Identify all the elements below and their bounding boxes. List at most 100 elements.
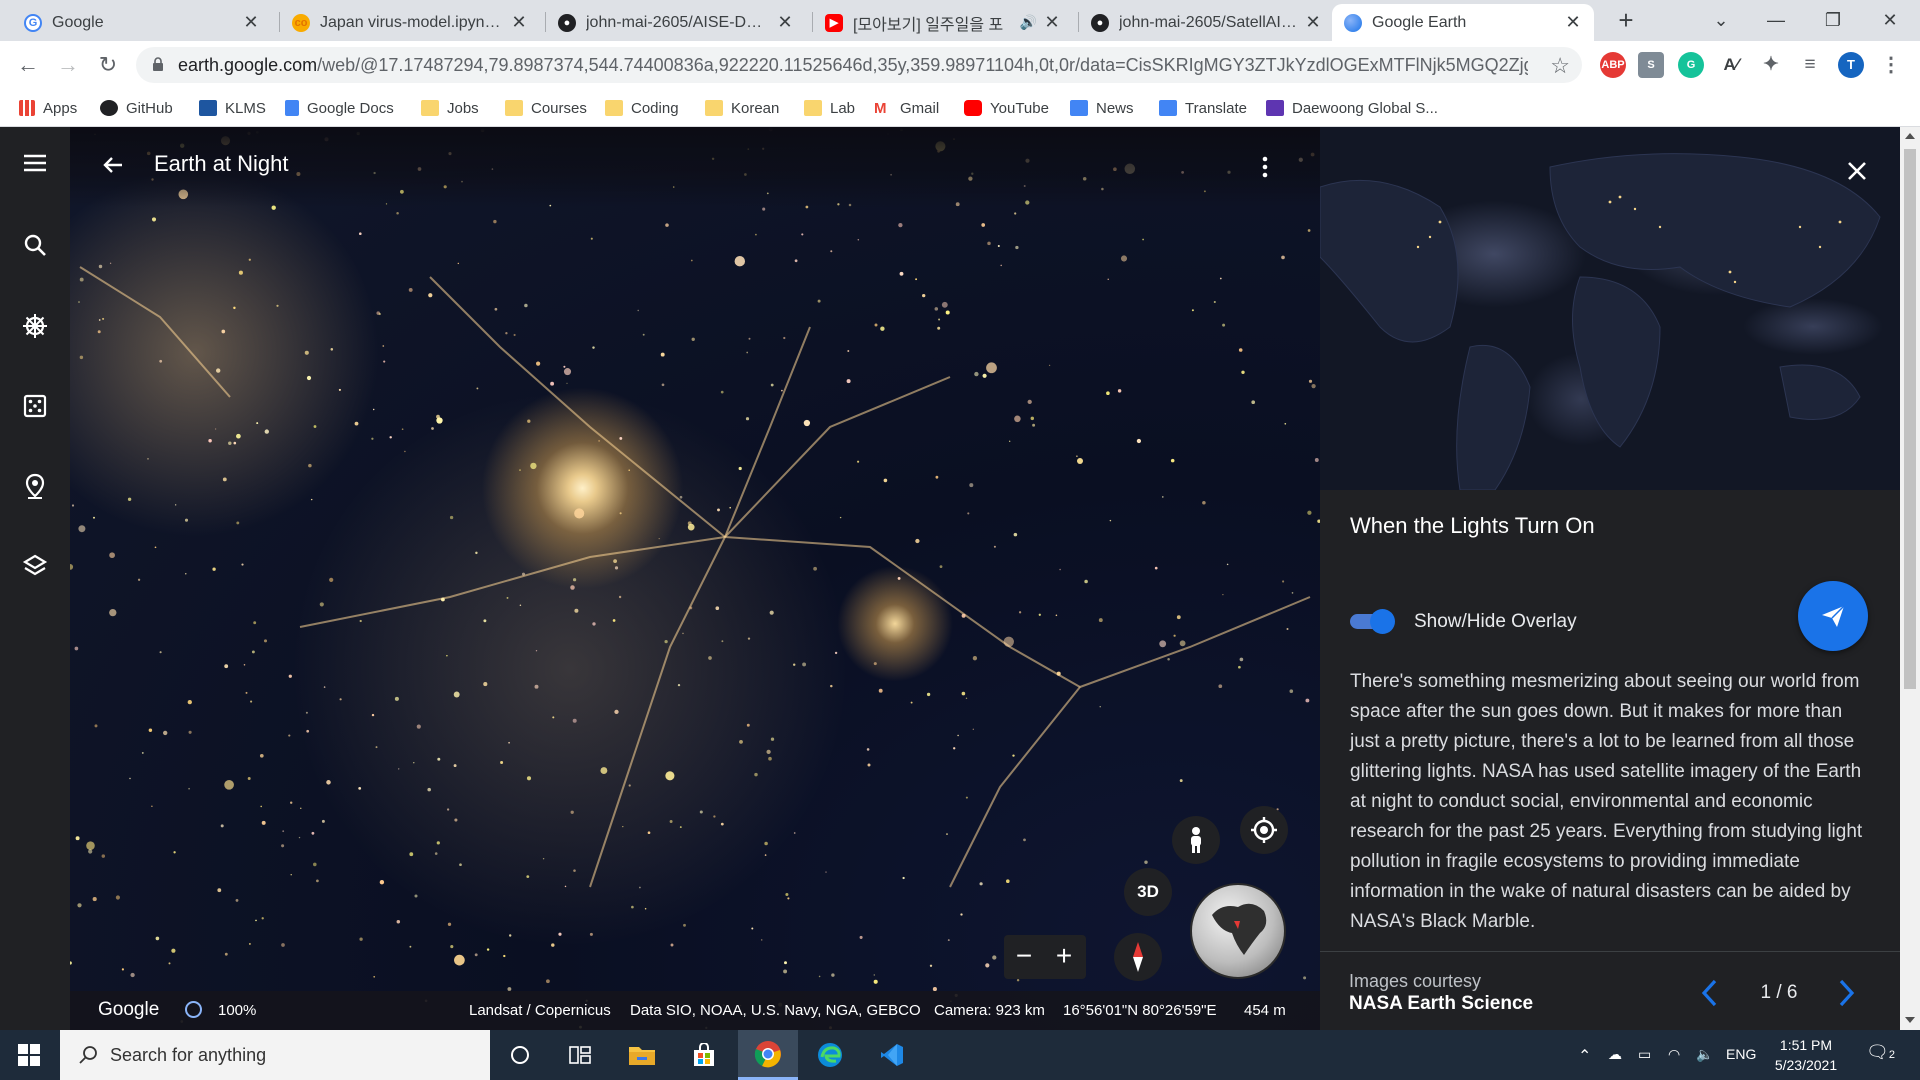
share-send-button[interactable] (1798, 581, 1868, 651)
feeling-lucky-dice-icon[interactable] (19, 390, 51, 422)
bookmark-gmail[interactable]: M Gmail (874, 97, 939, 119)
input-language[interactable]: ENG (1726, 1046, 1756, 1062)
bookmark-google-docs[interactable]: Google Docs (285, 97, 394, 119)
new-tab-button[interactable]: + (1611, 6, 1641, 36)
onedrive-cloud-icon[interactable]: ☁ (1608, 1046, 1622, 1063)
tab-github-aise[interactable]: ● john-mai-2605/AISE-DeepS ✕ (546, 4, 806, 41)
bookmark-star-icon[interactable]: ☆ (1550, 53, 1570, 79)
adblock-extension-icon[interactable]: ABP (1600, 52, 1626, 78)
tab-youtube[interactable]: ▶ [모아보기] 일주일을 포 🔊 ✕ (813, 4, 1073, 41)
city-light (316, 879, 319, 883)
close-tab-icon[interactable]: ✕ (1564, 12, 1582, 33)
chrome-taskbar-button[interactable] (738, 1030, 798, 1080)
city-light (530, 462, 537, 470)
tab-github-satellaite[interactable]: ● john-mai-2605/SatellAIte: S ✕ (1079, 4, 1334, 41)
speaker-icon[interactable]: 🔊 (1020, 14, 1037, 31)
bookmark-daewoong[interactable]: Daewoong Global S... (1266, 97, 1438, 119)
tab-google[interactable]: G Google ✕ (12, 4, 272, 41)
previous-slide-chevron-icon[interactable] (1696, 975, 1722, 1011)
close-window-button[interactable]: ✕ (1862, 2, 1918, 38)
tab-search-icon[interactable]: ⌄ (1693, 2, 1749, 38)
task-view-button[interactable] (550, 1030, 610, 1080)
action-center-notification-icon[interactable]: 🗨2 (1866, 1042, 1895, 1063)
close-tab-icon[interactable]: ✕ (510, 12, 528, 33)
city-light (208, 439, 212, 443)
city-light (619, 512, 622, 515)
close-tab-icon[interactable]: ✕ (242, 12, 260, 33)
url-text[interactable]: earth.google.com/web/@17.17487294,79.898… (178, 55, 1528, 76)
city-light (298, 836, 301, 839)
edge-taskbar-button[interactable] (800, 1030, 860, 1080)
city-light (235, 898, 239, 902)
bookmark-courses[interactable]: Courses (505, 97, 587, 119)
tab-colab[interactable]: co Japan virus-model.ipynb - C ✕ (280, 4, 540, 41)
battery-icon[interactable]: ▭ (1638, 1046, 1651, 1063)
restore-button[interactable]: ❐ (1805, 2, 1861, 38)
tab-google-earth[interactable]: Google Earth ✕ (1332, 4, 1594, 41)
forward-button[interactable]: → (52, 49, 84, 81)
mini-globe-overview[interactable] (1190, 883, 1286, 979)
zoom-out-button[interactable]: − (1004, 941, 1044, 971)
zoom-in-button[interactable]: + (1044, 941, 1084, 971)
my-location-button[interactable] (1240, 806, 1288, 854)
read-aloud-extension-icon[interactable]: A⁄ (1718, 52, 1744, 78)
windows-start-icon[interactable] (18, 1044, 40, 1066)
bookmark-github[interactable]: GitHub (100, 97, 173, 119)
toggle-3d-button[interactable]: 3D (1124, 868, 1172, 916)
page-scrollbar[interactable] (1900, 127, 1920, 1030)
system-clock[interactable]: 1:51 PM 5/23/2021 (1762, 1035, 1850, 1075)
bookmark-label: News (1096, 99, 1134, 117)
bookmark-coding[interactable]: Coding (605, 97, 679, 119)
reading-list-icon[interactable]: ≡ (1797, 52, 1823, 78)
scroll-up-arrow-icon[interactable] (1905, 133, 1915, 139)
bookmark-lab[interactable]: Lab (804, 97, 855, 119)
extensions-puzzle-icon[interactable]: ✦ (1758, 52, 1784, 78)
extension-s-icon[interactable]: S (1638, 52, 1664, 78)
grammarly-extension-icon[interactable]: G (1678, 52, 1704, 78)
file-explorer-button[interactable] (612, 1030, 672, 1080)
cortana-button[interactable] (490, 1030, 550, 1080)
close-tab-icon[interactable]: ✕ (776, 12, 794, 33)
bookmark-apps[interactable]: Apps (19, 97, 77, 119)
menu-icon[interactable] (19, 147, 51, 179)
show-hidden-icons-chevron[interactable]: ⌃ (1578, 1046, 1591, 1066)
bookmark-klms[interactable]: KLMS (199, 97, 266, 119)
close-tab-icon[interactable]: ✕ (1043, 12, 1061, 33)
vscode-taskbar-button[interactable] (862, 1030, 922, 1080)
profile-avatar[interactable]: T (1838, 52, 1864, 78)
address-bar[interactable]: earth.google.com/web/@17.17487294,79.898… (136, 47, 1582, 83)
bookmark-jobs[interactable]: Jobs (421, 97, 479, 119)
next-slide-chevron-icon[interactable] (1834, 975, 1860, 1011)
reload-button[interactable]: ↻ (92, 49, 124, 81)
compass-button[interactable] (1114, 933, 1162, 981)
map-style-layers-icon[interactable] (19, 550, 51, 582)
browser-menu-icon[interactable]: ⋮ (1878, 52, 1904, 78)
city-light (282, 830, 285, 833)
overlay-toggle-switch[interactable] (1350, 609, 1395, 634)
taskbar-search-box[interactable]: Search for anything (60, 1030, 490, 1080)
bookmark-news[interactable]: News (1070, 97, 1134, 119)
city-light (1013, 532, 1018, 537)
voyager-ship-wheel-icon[interactable] (19, 310, 51, 342)
bookmark-korean[interactable]: Korean (705, 97, 779, 119)
close-panel-icon[interactable] (1843, 157, 1871, 185)
bookmark-translate[interactable]: Translate (1159, 97, 1247, 119)
pegman-street-view-button[interactable] (1172, 816, 1220, 864)
volume-icon[interactable]: 🔈 (1696, 1046, 1713, 1063)
search-icon[interactable] (19, 229, 51, 261)
projects-pin-icon[interactable] (19, 470, 51, 502)
more-options-icon[interactable] (1258, 153, 1272, 181)
bookmark-youtube[interactable]: YouTube (964, 97, 1049, 119)
back-button[interactable]: ← (12, 49, 44, 81)
microsoft-store-button[interactable] (674, 1030, 734, 1080)
attribution-imagery[interactable]: Landsat / Copernicus (469, 1002, 611, 1019)
wifi-icon[interactable]: ◠ (1668, 1046, 1680, 1063)
back-arrow-icon[interactable] (98, 150, 128, 180)
city-light (546, 979, 550, 984)
close-tab-icon[interactable]: ✕ (1304, 12, 1322, 33)
attribution-data[interactable]: Data SIO, NOAA, U.S. Navy, NGA, GEBCO (630, 1002, 921, 1019)
city-light (238, 270, 243, 275)
minimize-button[interactable]: — (1748, 2, 1804, 38)
scrollbar-thumb[interactable] (1904, 149, 1916, 689)
scroll-down-arrow-icon[interactable] (1905, 1017, 1915, 1023)
